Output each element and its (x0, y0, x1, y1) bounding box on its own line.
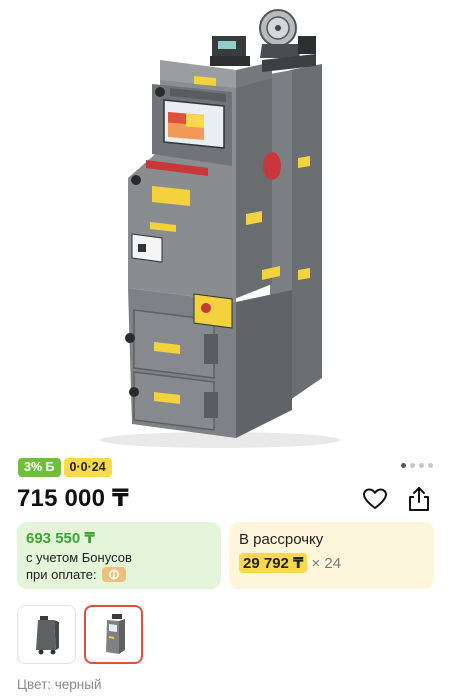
thumbnail-1[interactable] (17, 605, 76, 664)
share-icon (409, 487, 429, 511)
bonus-price-card[interactable]: 693 550 ₸ с учетом Бонусов при оплате: (17, 522, 221, 589)
thumbnail-image (105, 613, 125, 654)
pagination-dot (410, 463, 415, 468)
installment-badge: 0·0·24 (63, 458, 112, 477)
installment-card[interactable]: В рассрочку 29 792 ₸ × 24 (229, 522, 434, 589)
installment-row: 29 792 ₸ × 24 (239, 553, 341, 573)
heart-icon (363, 488, 387, 509)
installment-amount: 29 792 ₸ (239, 553, 308, 573)
gallery-pagination (401, 463, 433, 468)
favorite-button[interactable] (361, 485, 389, 513)
cashback-badge: 3% Б (18, 458, 61, 477)
pagination-dot (419, 463, 424, 468)
bonus-price: 693 550 ₸ (26, 530, 95, 547)
promo-badges: 3% Б 0·0·24 (18, 458, 112, 477)
bonus-payment-label: при оплате: (26, 567, 97, 582)
pagination-dot (428, 463, 433, 468)
share-button[interactable] (405, 485, 433, 513)
thumbnail-image (35, 615, 59, 654)
product-price: 715 000 ₸ (17, 485, 129, 512)
boiler-illustration (100, 9, 340, 448)
bonus-note: с учетом Бонусов (26, 550, 132, 565)
installment-title: В рассрочку (239, 531, 324, 548)
installment-term: × 24 (311, 554, 342, 572)
color-label: Цвет: черный (17, 677, 102, 692)
thumbnail-2-selected[interactable] (84, 605, 143, 664)
product-image[interactable] (0, 0, 451, 452)
bonus-payment-row: при оплате: (26, 567, 126, 583)
payment-logo-icon (101, 567, 126, 583)
pagination-dot-active (401, 463, 406, 468)
